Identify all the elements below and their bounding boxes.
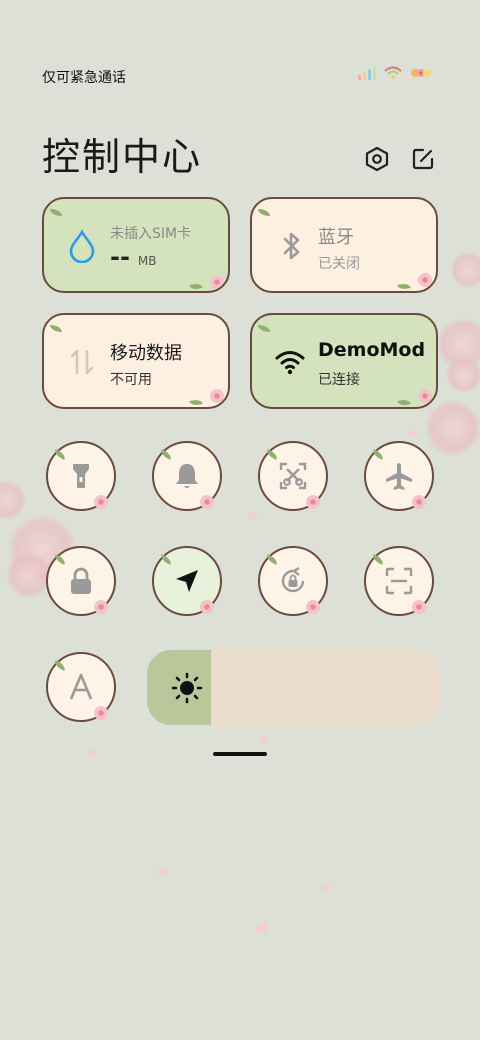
data-usage-value: -- MB: [110, 243, 157, 271]
rotation-lock-icon: [281, 566, 305, 593]
blossom-decoration: [452, 250, 480, 290]
wifi-icon: [275, 351, 305, 375]
petal-decoration: [248, 512, 258, 519]
status-bar-icons: [358, 66, 432, 80]
page-title: 控制中心: [42, 135, 203, 179]
flower-decoration: [94, 600, 108, 614]
data-usage-tile[interactable]: 未插入SIM卡 -- MB: [42, 197, 230, 293]
petal-decoration: [408, 430, 418, 437]
leaf-decoration: [159, 449, 173, 460]
flower-decoration: [412, 600, 426, 614]
blossom-decoration: [425, 400, 480, 456]
signal-bars-icon: [358, 66, 376, 80]
petal-decoration: [257, 736, 267, 743]
data-usage-unit: MB: [137, 254, 157, 268]
leaf-decoration: [258, 209, 270, 216]
font-a-icon: [69, 673, 93, 700]
wifi-network-name: DemoMod: [318, 339, 426, 361]
bluetooth-label: 蓝牙: [318, 227, 354, 248]
leaf-decoration: [53, 449, 67, 460]
scanner-toggle[interactable]: [364, 546, 434, 616]
sun-icon: [171, 672, 203, 704]
leaf-decoration: [397, 281, 411, 291]
mobile-data-label: 移动数据: [110, 343, 182, 364]
wifi-status: 已连接: [318, 372, 360, 388]
flower-decoration: [210, 275, 224, 289]
edit-icon: [412, 148, 434, 170]
status-bar-carrier: 仅可紧急通话: [42, 70, 126, 86]
screenshot-toggle[interactable]: [258, 441, 328, 511]
water-drop-icon: [69, 229, 95, 263]
petal-decoration: [87, 750, 97, 757]
blossom-decoration: [0, 480, 26, 520]
petal-decoration: [156, 868, 166, 875]
data-arrows-icon: [70, 349, 94, 375]
mobile-data-status: 不可用: [110, 372, 152, 388]
edit-button[interactable]: [408, 144, 438, 174]
flower-decoration: [418, 273, 432, 287]
flashlight-toggle[interactable]: [46, 441, 116, 511]
wifi-icon: [384, 66, 402, 79]
leaf-decoration: [53, 660, 67, 671]
leaf-decoration: [189, 281, 203, 291]
flashlight-icon: [73, 464, 89, 488]
leaf-decoration: [189, 397, 203, 407]
leaf-decoration: [50, 209, 62, 216]
rotation-lock-toggle[interactable]: [258, 546, 328, 616]
wifi-tile[interactable]: DemoMod 已连接: [250, 313, 438, 409]
flower-decoration: [306, 600, 320, 614]
flower-decoration: [94, 495, 108, 509]
leaf-decoration: [50, 325, 62, 332]
scan-icon: [385, 567, 413, 595]
battery-icon: [411, 69, 431, 77]
lock-screen-toggle[interactable]: [46, 546, 116, 616]
flower-decoration: [200, 600, 214, 614]
blossom-decoration: [446, 357, 480, 393]
flower-decoration: [418, 389, 432, 403]
airplane-mode-toggle[interactable]: [364, 441, 434, 511]
bluetooth-tile[interactable]: 蓝牙 已关闭: [250, 197, 438, 293]
airplane-icon: [386, 463, 412, 490]
bluetooth-status: 已关闭: [318, 256, 360, 272]
lock-icon: [71, 567, 91, 594]
leaf-decoration: [53, 554, 67, 565]
flower-decoration: [200, 495, 214, 509]
flower-decoration: [412, 495, 426, 509]
ringer-toggle[interactable]: [152, 441, 222, 511]
leaf-decoration: [397, 397, 411, 407]
petal-decoration: [256, 922, 268, 934]
bluetooth-icon: [283, 232, 300, 260]
location-toggle[interactable]: [152, 546, 222, 616]
mobile-data-tile[interactable]: 移动数据 不可用: [42, 313, 230, 409]
font-size-toggle[interactable]: [46, 652, 116, 722]
leaf-decoration: [159, 554, 173, 565]
data-usage-label: 未插入SIM卡: [110, 226, 192, 242]
location-arrow-icon: [176, 570, 198, 592]
leaf-decoration: [258, 325, 270, 332]
settings-button[interactable]: [362, 144, 392, 174]
screenshot-scissors-icon: [279, 462, 307, 490]
flower-decoration: [210, 389, 224, 403]
flower-decoration: [306, 495, 320, 509]
flower-decoration: [94, 706, 108, 720]
data-usage-number: --: [110, 243, 130, 271]
blossom-decoration: [6, 552, 52, 598]
leaf-decoration: [265, 554, 279, 565]
bell-icon: [176, 464, 198, 488]
home-indicator[interactable]: [213, 752, 267, 756]
leaf-decoration: [371, 554, 385, 565]
leaf-decoration: [371, 449, 385, 460]
brightness-slider[interactable]: [147, 650, 439, 725]
leaf-decoration: [265, 449, 279, 460]
settings-icon: [365, 146, 389, 172]
petal-decoration: [321, 884, 331, 891]
